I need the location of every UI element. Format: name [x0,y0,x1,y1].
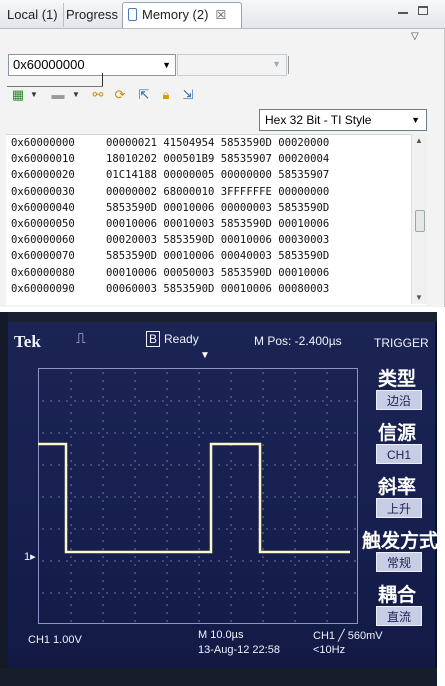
scroll-down-icon[interactable]: ▼ [415,293,423,302]
memory-address: 0x60000090 [11,282,75,295]
tab-progress-label: Progress [66,7,119,22]
view-tab-bar: Local (1) Progress Memory (2) ☒ [0,0,445,29]
vertical-scrollbar[interactable]: ▲ ▼ [411,134,427,304]
chevron-down-icon: ▼ [411,115,420,125]
chevron-down-icon[interactable]: ▼ [162,55,171,75]
memory-address: 0x60000080 [11,266,75,279]
memory-address: 0x60000070 [11,250,75,263]
memory-row[interactable]: 0x60000010 18010202 000501B9 58535907 000… [6,151,426,167]
sync-icon[interactable]: ⟳ [112,87,128,103]
chevron-down-icon[interactable]: ▼ [30,90,38,99]
memory-view: Local (1) Progress Memory (2) ☒ ▽ 0x60000… [0,0,445,307]
new-rendering-icon[interactable]: ▦ [10,87,26,103]
memory-row[interactable]: 0x60000050 00010006 00010003 5853590D 000… [6,216,426,232]
tab-progress[interactable]: Progress [61,3,123,27]
memory-values: 01C14188 00000005 00000000 58535907 [106,169,330,182]
format-select[interactable]: Hex 32 Bit - TI Style ▼ [259,109,427,131]
export-icon[interactable]: ⇱ [136,87,152,103]
secondary-combo[interactable]: ▼ [177,54,287,76]
memory-values: 18010202 000501B9 58535907 00020004 [106,153,330,166]
memory-row[interactable]: 0x60000020 01C14188 00000005 00000000 585… [6,167,426,183]
text-cursor [102,73,103,87]
chevron-down-icon[interactable]: ▼ [72,90,80,99]
tab-local-label: Local (1) [7,7,58,22]
view-menu-icon[interactable]: ▽ [411,31,419,42]
memory-address: 0x60000030 [11,185,75,198]
waveform-trace [38,442,350,554]
minimize-icon[interactable] [398,12,408,14]
memory-address: 0x60000060 [11,234,75,247]
format-select-value: Hex 32 Bit - TI Style [265,113,372,127]
memory-table: 0x60000000 00000021 41504954 5853590D 000… [6,134,426,305]
memory-address: 0x60000050 [11,217,75,230]
memory-row[interactable]: 0x60000060 00020003 5853590D 00010006 000… [6,232,426,248]
memory-values: 00060003 5853590D 00010006 00080003 [106,282,330,295]
tab-memory[interactable]: Memory (2) ☒ [122,2,242,28]
memory-address: 0x60000040 [11,201,75,214]
memory-values: 5853590D 00010006 00040003 5853590D [106,250,330,263]
memory-monitor-icon[interactable]: ▬ [50,87,66,103]
memory-row[interactable]: 0x60000040 5853590D 00010006 00000003 585… [6,200,426,216]
square-wave [38,442,350,554]
memory-values: 00000002 68000010 3FFFFFFE 00000000 [106,185,330,198]
chevron-down-icon: ▼ [272,59,281,69]
memory-address: 0x60000020 [11,169,75,182]
memory-address-combo[interactable]: 0x60000000 ▼ [8,54,176,76]
memory-values: 00010006 00050003 5853590D 00010006 [106,266,330,279]
import-icon[interactable]: ⇲ [180,87,196,103]
memory-row[interactable]: 0x60000030 00000002 68000010 3FFFFFFE 000… [6,184,426,200]
memory-values: 00010006 00010003 5853590D 00010006 [106,217,330,230]
lock-icon[interactable]: 🔒︎ [158,87,174,103]
memory-row[interactable]: 0x60000000 00000021 41504954 5853590D 000… [6,135,426,151]
memory-view-icon [128,8,137,21]
memory-address: 0x60000010 [11,153,75,166]
memory-address-value: 0x60000000 [13,57,85,72]
maximize-icon[interactable] [418,6,428,15]
link-icon[interactable]: ⚯ [90,87,106,103]
memory-values: 00020003 5853590D 00010006 00030003 [106,234,330,247]
memory-row[interactable]: 0x60000070 5853590D 00010006 00040003 585… [6,248,426,264]
tab-local[interactable]: Local (1) [2,3,64,27]
oscilloscope-photo: Tek ⎍ B Ready M Pos: -2.400µs TRIGGER ▼ 1… [0,312,437,686]
scroll-up-icon[interactable]: ▲ [415,136,423,145]
memory-row[interactable]: 0x60000090 00060003 5853590D 00010006 000… [6,281,426,297]
close-tab-icon[interactable]: ☒ [215,8,226,22]
divider [288,56,289,74]
tab-memory-label: Memory (2) [142,7,209,22]
memory-values: 5853590D 00010006 00000003 5853590D [106,201,330,214]
memory-values: 00000021 41504954 5853590D 00020000 [106,137,330,149]
memory-row[interactable]: 0x60000080 00010006 00050003 5853590D 000… [6,265,426,281]
memory-address: 0x60000000 [11,137,75,149]
scrollbar-thumb[interactable] [415,210,425,232]
